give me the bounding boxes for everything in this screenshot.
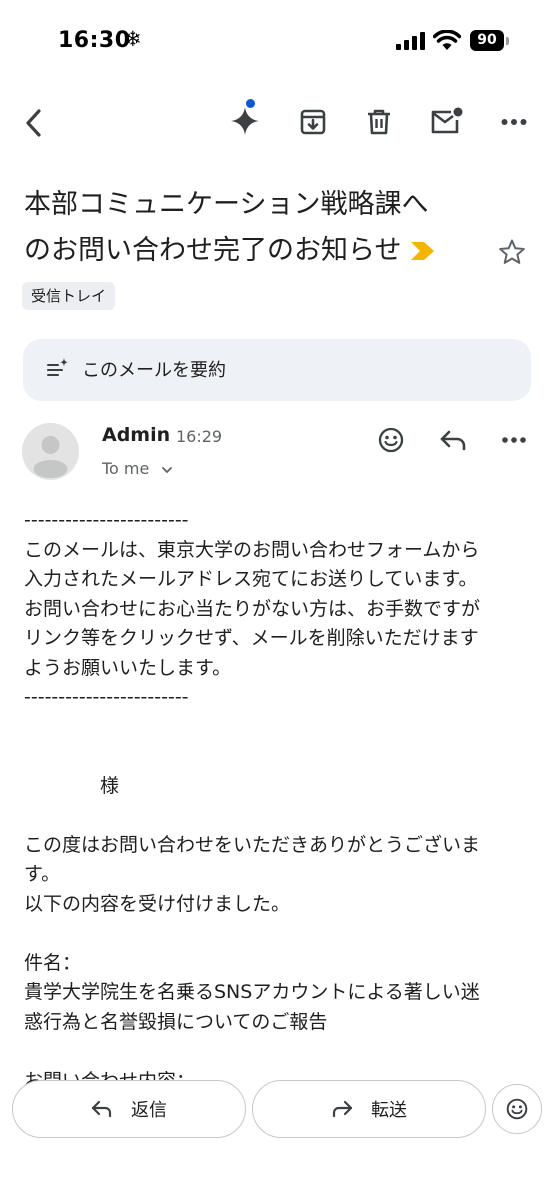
back-button[interactable] bbox=[14, 104, 52, 142]
reply-icon-button[interactable] bbox=[434, 421, 472, 459]
label-chip-inbox[interactable]: 受信トレイ bbox=[22, 282, 116, 310]
react-emoji-button[interactable] bbox=[372, 421, 410, 459]
subject-line-2: のお問い合わせ完了のお知らせ bbox=[24, 235, 402, 266]
reply-icon bbox=[91, 1100, 112, 1118]
trash-icon bbox=[368, 109, 390, 135]
star-icon bbox=[499, 239, 525, 264]
more-horizontal-icon bbox=[502, 437, 526, 443]
snowflake-icon: ❄ bbox=[124, 27, 142, 51]
mark-unread-button[interactable] bbox=[424, 101, 468, 143]
sender-name[interactable]: Admin bbox=[102, 424, 170, 446]
email-body: ------------------------ このメールは、東京大学のお問い… bbox=[24, 509, 481, 1092]
emoji-icon bbox=[378, 427, 404, 453]
archive-button[interactable] bbox=[292, 101, 334, 143]
subject-line-1: 本部コミュニケーション戦略課へ bbox=[24, 189, 429, 220]
reply-label: 返信 bbox=[131, 1100, 167, 1121]
battery-tip bbox=[506, 37, 509, 45]
mail-unread-icon bbox=[431, 107, 463, 134]
recipient-toggle[interactable]: To me bbox=[102, 459, 174, 478]
more-horizontal-icon bbox=[501, 119, 527, 125]
star-button[interactable] bbox=[493, 233, 531, 271]
wifi-icon bbox=[433, 30, 461, 50]
avatar[interactable] bbox=[22, 423, 79, 480]
importance-marker-icon[interactable] bbox=[411, 229, 435, 275]
notification-dot bbox=[246, 99, 255, 108]
forward-icon bbox=[332, 1100, 353, 1118]
delete-button[interactable] bbox=[358, 101, 400, 143]
forward-label: 転送 bbox=[371, 1100, 407, 1121]
reply-icon bbox=[440, 430, 466, 451]
person-icon bbox=[33, 436, 68, 478]
reply-button[interactable]: 返信 bbox=[12, 1080, 246, 1138]
forward-button[interactable]: 転送 bbox=[252, 1080, 486, 1138]
emoji-react-button[interactable] bbox=[492, 1084, 542, 1134]
archive-icon bbox=[300, 109, 326, 135]
chevron-down-icon bbox=[162, 466, 173, 473]
emoji-icon bbox=[506, 1098, 528, 1120]
status-time: 16:30 bbox=[58, 28, 131, 53]
message-more-button[interactable] bbox=[494, 424, 534, 456]
summarize-sparkle-icon bbox=[47, 358, 68, 376]
summarize-label: このメールを要約 bbox=[82, 360, 226, 381]
email-subject: 本部コミュニケーション戦略課へ のお問い合わせ完了のお知らせ bbox=[24, 182, 444, 275]
sent-time: 16:29 bbox=[176, 427, 223, 446]
gemini-button[interactable] bbox=[224, 100, 266, 142]
chevron-left-icon bbox=[26, 109, 41, 137]
sparkle-icon bbox=[231, 107, 259, 135]
recipient-label: To me bbox=[102, 459, 150, 478]
battery-indicator: 90 bbox=[470, 30, 504, 51]
more-options-button[interactable] bbox=[494, 104, 534, 140]
cellular-signal-icon bbox=[396, 32, 425, 50]
